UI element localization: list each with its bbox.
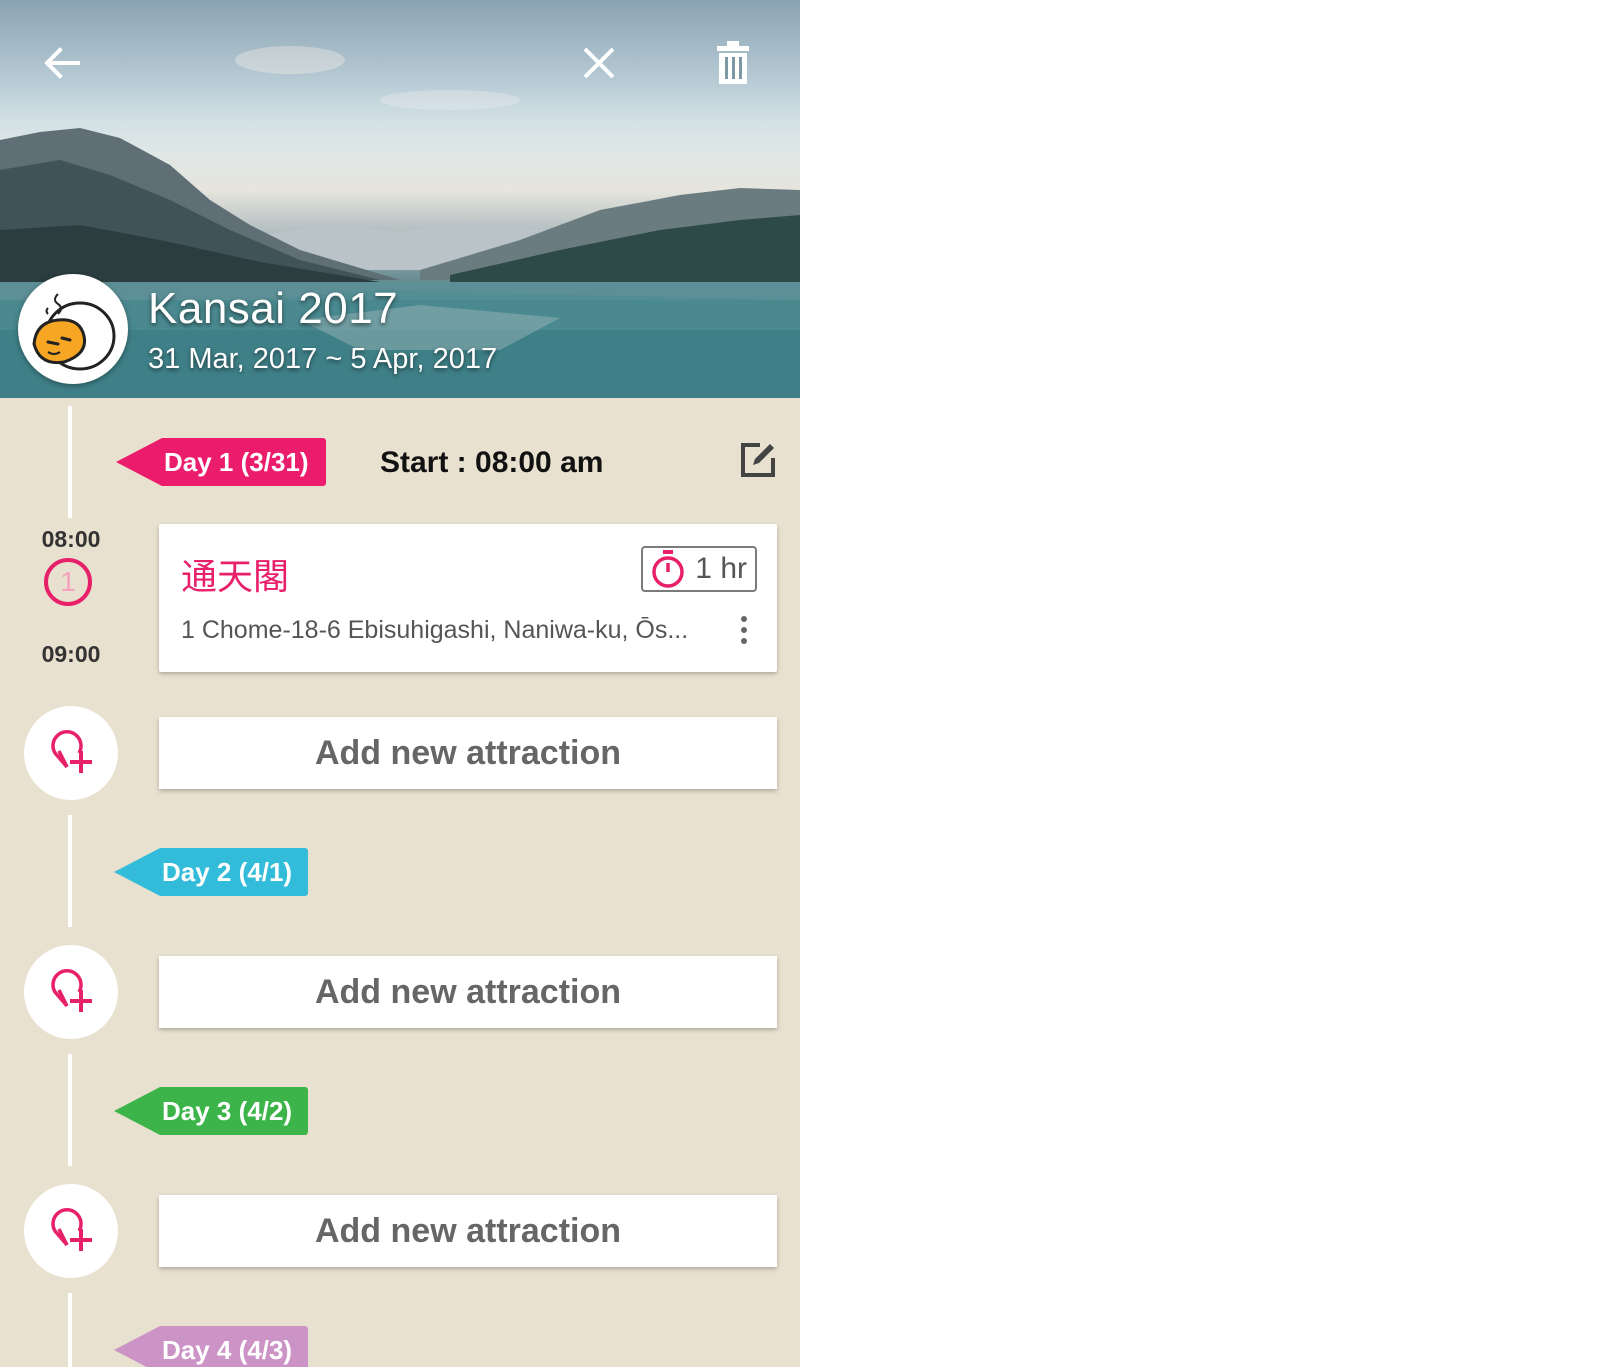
attraction-card[interactable]: 通天閣 1 hr 1 Chome-18-6 Ebisuhigashi, Nani… [159,524,777,672]
day-tag-2[interactable]: Day 2 (4/1) [114,848,308,896]
attraction-number: 1 [44,558,92,606]
timeline-line [68,1293,72,1367]
day-tag-1[interactable]: Day 1 (3/31) [116,438,326,486]
add-new-attraction-button[interactable]: Add new attraction [159,717,777,789]
timeline-line [68,1054,72,1166]
day-tag-4[interactable]: Day 4 (4/3) [114,1326,308,1367]
day-tag-3[interactable]: Day 3 (4/2) [114,1087,308,1135]
gudetama-egg-icon [32,293,116,371]
attraction-name: 通天閣 [181,557,290,598]
avatar [18,274,128,384]
end-time: 09:00 [41,641,101,667]
delete-button[interactable] [708,38,758,88]
trash-icon [717,41,749,84]
add-new-attraction-button[interactable]: Add new attraction [159,956,777,1028]
more-options-icon[interactable] [739,616,749,650]
trip-cover-image: Kansai 2017 31 Mar, 2017 ~ 5 Apr, 2017 [0,0,800,398]
add-new-attraction-button[interactable]: Add new attraction [159,1195,777,1267]
trip-dates: 31 Mar, 2017 ~ 5 Apr, 2017 [148,343,498,375]
back-button[interactable] [37,38,87,88]
close-button[interactable] [574,38,624,88]
add-location-pin-icon [51,969,92,1012]
add-location-pin-icon [51,730,92,773]
trip-title: Kansai 2017 [148,284,399,333]
add-attraction-pin-button[interactable] [24,706,118,800]
timeline-line [68,406,72,518]
day-start-time: Start : 08:00 am [380,446,604,479]
add-attraction-pin-button[interactable] [24,1184,118,1278]
attraction-address: 1 Chome-18-6 Ebisuhigashi, Naniwa-ku, Ōs… [181,616,689,644]
edit-start-button[interactable] [738,440,778,480]
add-location-pin-icon [51,1208,92,1251]
edit-icon [741,443,775,477]
back-arrow-icon [44,47,80,79]
itinerary-screen: Kansai 2017 31 Mar, 2017 ~ 5 Apr, 2017 D… [0,0,800,1367]
close-icon [583,47,615,79]
duration-value: 1 hr [695,552,747,585]
stopwatch-icon [652,550,685,588]
duration-badge[interactable]: 1 hr [641,546,757,592]
timeline-line [68,815,72,927]
add-attraction-pin-button[interactable] [24,945,118,1039]
start-time: 08:00 [41,526,101,552]
